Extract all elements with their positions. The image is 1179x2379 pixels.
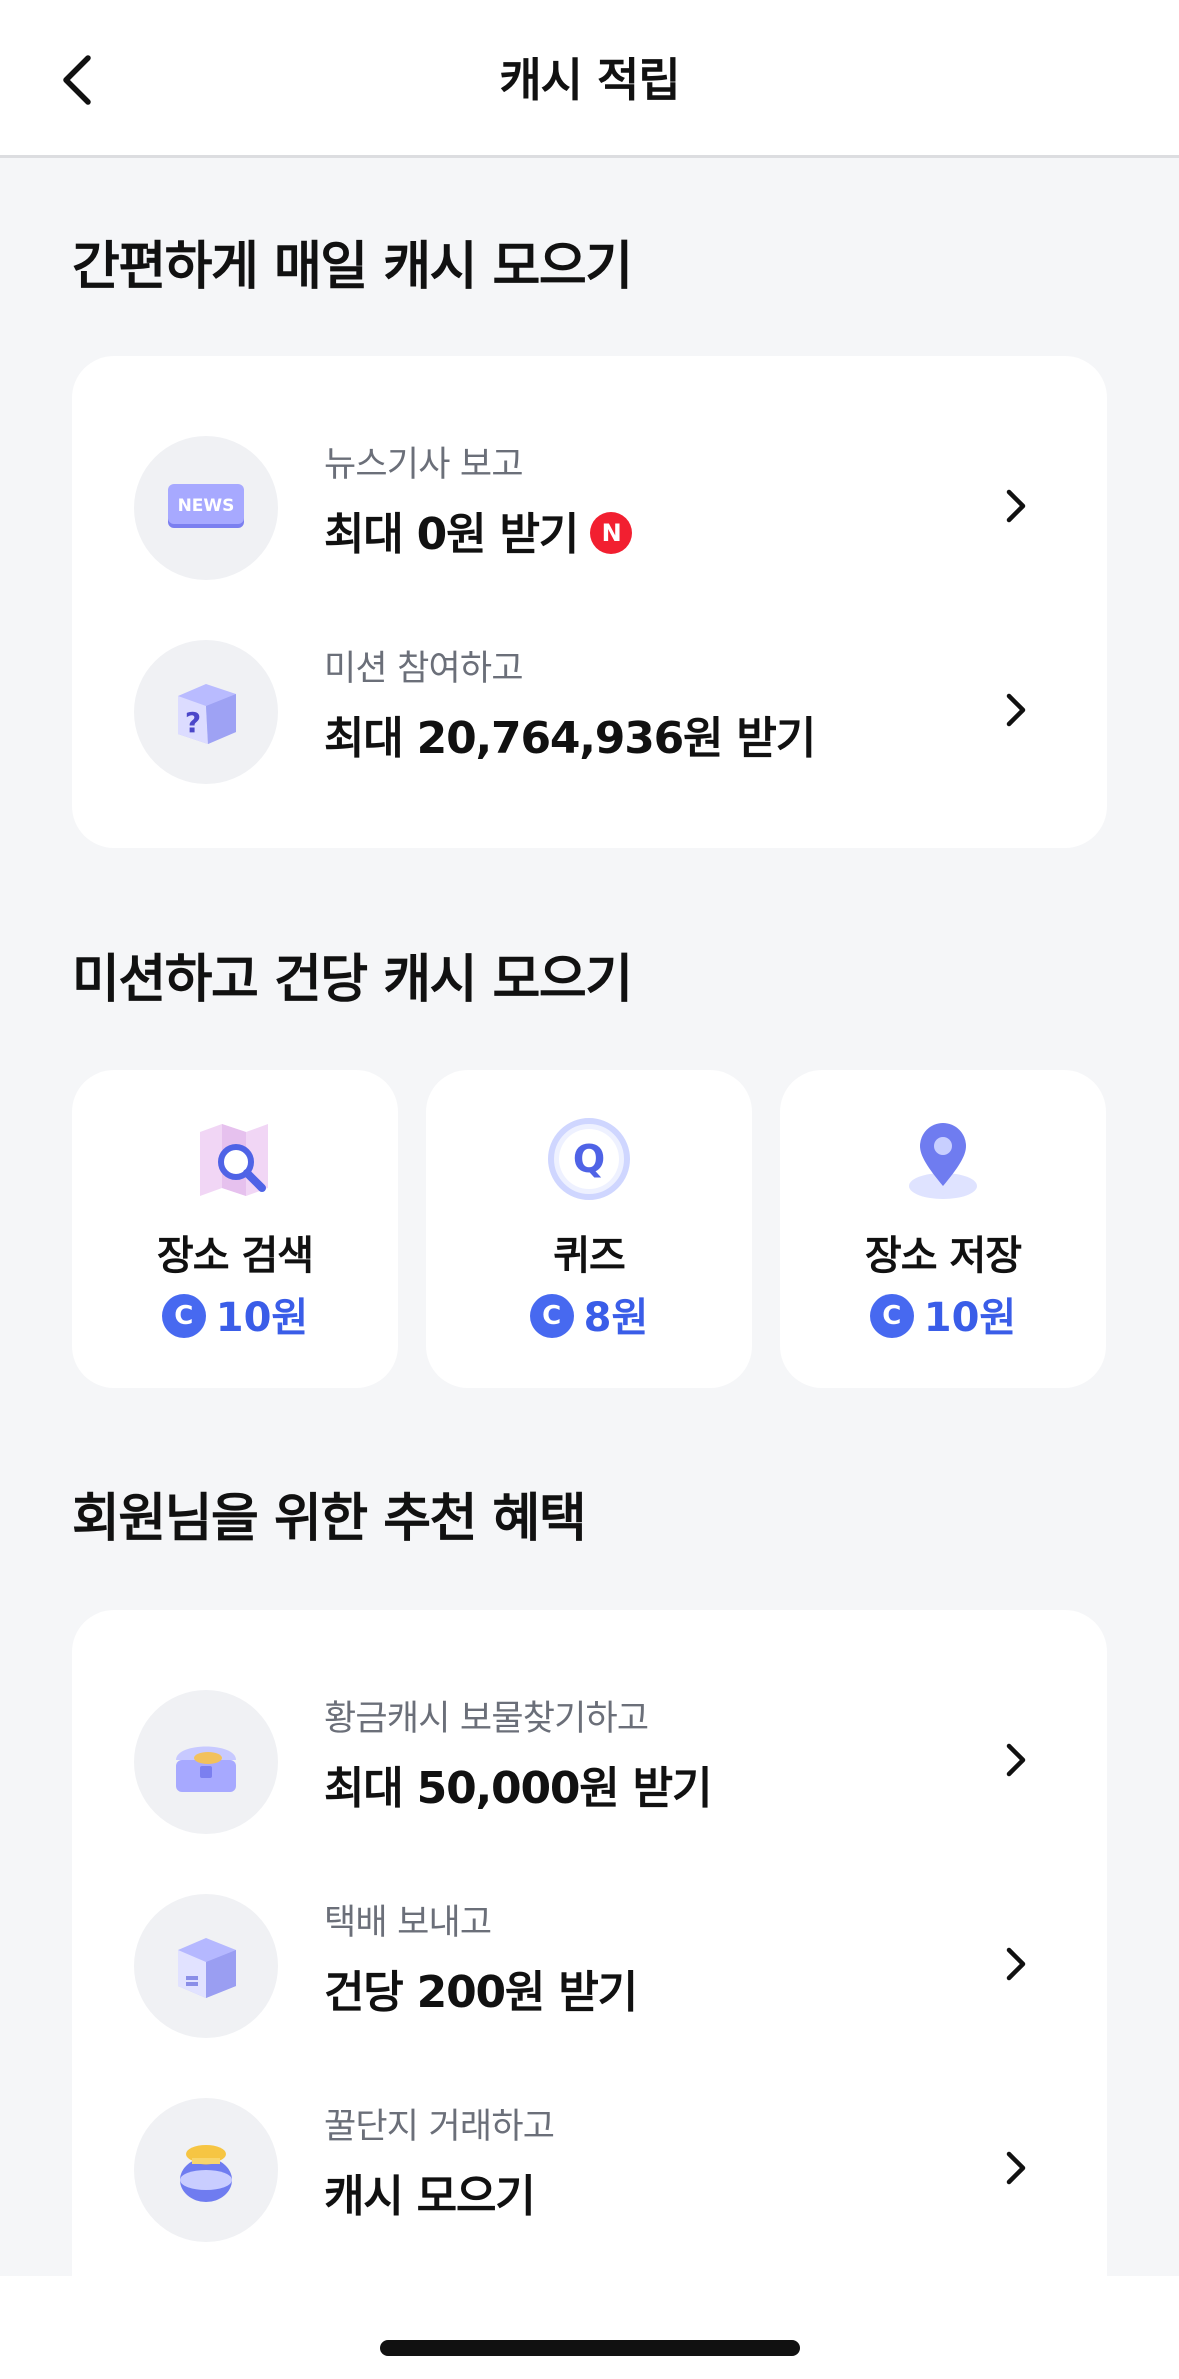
map-search-icon [200, 1124, 268, 1196]
treasure-chest-icon-container [134, 1690, 278, 1834]
home-indicator[interactable] [380, 2340, 800, 2356]
benefits-card: 황금캐시 보물찾기하고 최대 50,000원 받기 택배 보내고 건당 200원… [72, 1610, 1107, 2330]
cash-coin-icon: C [869, 1294, 914, 1338]
tile-quiz[interactable]: Q 퀴즈 C 8원 [426, 1070, 752, 1388]
mission-section-title: 미션하고 건당 캐시 모으기 [72, 950, 633, 1010]
page-title: 캐시 적립 [499, 53, 680, 107]
news-reward-amount: 최대 0원 받기 N [324, 506, 633, 564]
svg-text:NEWS: NEWS [178, 496, 235, 516]
svg-text:Q: Q [573, 1137, 605, 1181]
cash-coin-icon: C [529, 1294, 574, 1338]
tile-reward: C 10원 [72, 1290, 398, 1346]
tile-reward-amount: 10원 [215, 1295, 309, 1341]
new-badge: N [590, 512, 633, 554]
honey-jar-row[interactable]: 꿀단지 거래하고 캐시 모으기 [72, 2090, 1107, 2250]
parcel-box-icon-container [134, 1894, 278, 2038]
benefits-section-title: 회원님을 위한 추천 혜택 [72, 1489, 587, 1549]
bottom-safe-area [0, 2276, 1179, 2379]
chevron-right-icon [1006, 1743, 1026, 1777]
tile-label: 장소 저장 [864, 1233, 1022, 1279]
treasure-chest-icon [176, 1746, 236, 1792]
treasure-hunt-subtitle: 황금캐시 보물찾기하고 [324, 1699, 649, 1739]
mystery-box-icon: ? [178, 684, 236, 744]
honey-jar-text: 캐시 모으기 [324, 2171, 536, 2222]
honey-jar-subtitle: 꿀단지 거래하고 [324, 2107, 555, 2147]
tile-reward-amount: 10원 [923, 1295, 1017, 1341]
parcel-delivery-amount: 건당 200원 받기 [324, 1967, 638, 2018]
top-navigation-bar: 캐시 적립 [0, 0, 1179, 158]
news-icon: NEWS [168, 484, 244, 528]
tile-label: 장소 검색 [156, 1233, 314, 1279]
location-pin-icon [909, 1123, 977, 1199]
honey-jar-icon-container [134, 2098, 278, 2242]
daily-section-title: 간편하게 매일 캐시 모으기 [72, 237, 633, 297]
chevron-right-icon [1006, 693, 1026, 727]
chevron-right-icon [1006, 489, 1026, 523]
mission-reward-amount: 최대 20,764,936원 받기 [324, 713, 816, 764]
tile-reward: C 8원 [426, 1290, 752, 1346]
quiz-icon: Q [548, 1118, 630, 1200]
parcel-box-icon [178, 1938, 236, 1998]
svg-text:?: ? [185, 706, 201, 739]
mission-reward-subtitle: 미션 참여하고 [324, 649, 524, 689]
honey-jar-icon [180, 2145, 232, 2202]
mystery-box-icon-container: ? [134, 640, 278, 784]
news-reward-amount-text: 최대 0원 받기 [324, 509, 579, 560]
parcel-delivery-subtitle: 택배 보내고 [324, 1903, 492, 1943]
chevron-right-icon [1006, 2151, 1026, 2185]
cash-coin-icon: C [161, 1294, 206, 1338]
news-reward-subtitle: 뉴스기사 보고 [324, 445, 524, 485]
tile-reward: C 10원 [780, 1290, 1106, 1346]
tile-place-search[interactable]: 장소 검색 C 10원 [72, 1070, 398, 1388]
parcel-delivery-row[interactable]: 택배 보내고 건당 200원 받기 [72, 1886, 1107, 2046]
mission-reward-row[interactable]: ? 미션 참여하고 최대 20,764,936원 받기 [72, 632, 1107, 792]
tile-place-save[interactable]: 장소 저장 C 10원 [780, 1070, 1106, 1388]
tile-label: 퀴즈 [553, 1233, 626, 1279]
app-screen: 캐시 적립 간편하게 매일 캐시 모으기 NEWS 뉴스기사 보고 최대 0원 … [0, 0, 1179, 2379]
chevron-right-icon [1006, 1947, 1026, 1981]
news-icon-container: NEWS [134, 436, 278, 580]
news-reward-row[interactable]: NEWS 뉴스기사 보고 최대 0원 받기 N [72, 428, 1107, 588]
treasure-hunt-row[interactable]: 황금캐시 보물찾기하고 최대 50,000원 받기 [72, 1682, 1107, 1842]
treasure-hunt-amount: 최대 50,000원 받기 [324, 1763, 712, 1814]
daily-cash-card: NEWS 뉴스기사 보고 최대 0원 받기 N ? 미션 참여하고 최대 20,… [72, 356, 1107, 848]
tile-reward-amount: 8원 [583, 1295, 649, 1341]
